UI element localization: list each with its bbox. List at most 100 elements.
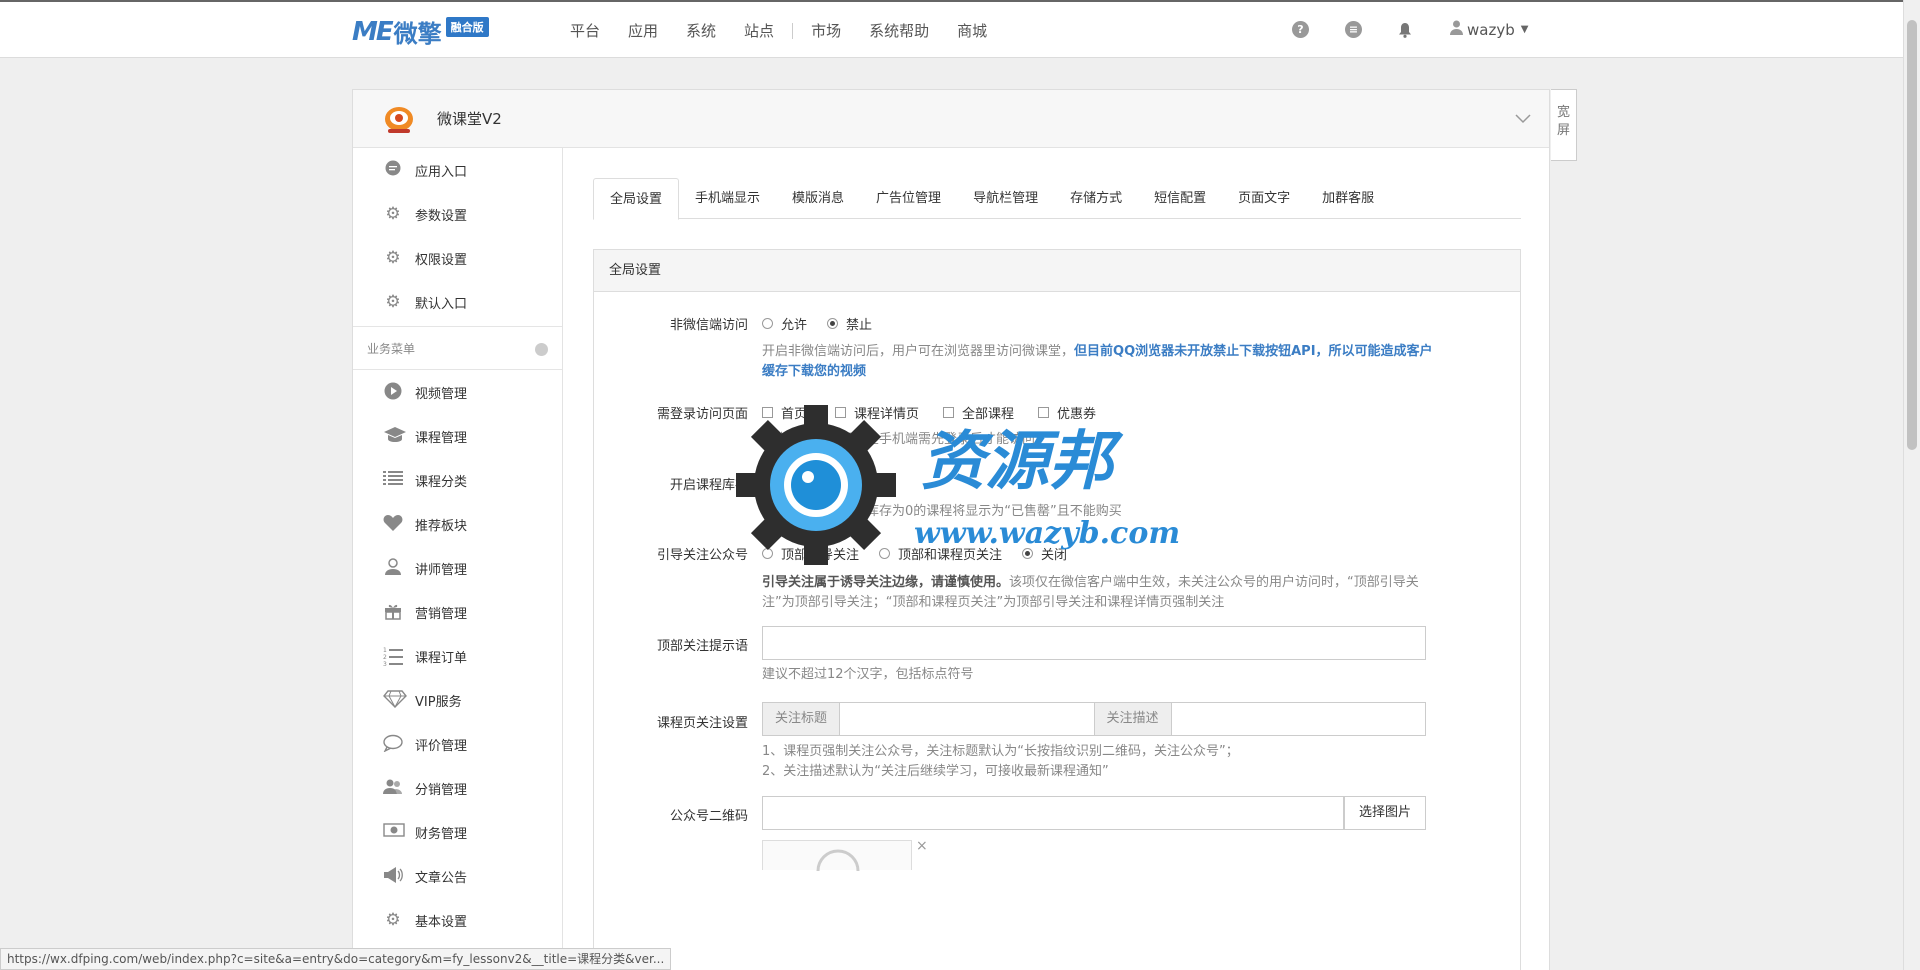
- nav-apps[interactable]: 应用: [628, 20, 658, 41]
- message-icon[interactable]: ≡: [1345, 21, 1362, 38]
- sidebar-item-orders[interactable]: 123 课程订单: [353, 634, 562, 678]
- sidebar-item-categories[interactable]: 课程分类: [353, 458, 562, 502]
- checkbox-box[interactable]: [762, 407, 773, 418]
- radio-stock-off[interactable]: 关闭: [827, 474, 872, 493]
- chevron-down-icon[interactable]: [1515, 112, 1531, 128]
- radio-circle[interactable]: [827, 318, 839, 329]
- radio-follow-off[interactable]: 关闭: [1022, 544, 1067, 563]
- sidebar-item-vip[interactable]: VIP服务: [353, 678, 562, 722]
- tab-template-messages[interactable]: 模版消息: [776, 178, 860, 219]
- remove-image-icon[interactable]: ×: [916, 838, 928, 854]
- follow-title-input[interactable]: [840, 703, 1094, 735]
- radio-circle[interactable]: [762, 318, 773, 329]
- checkbox-box[interactable]: [943, 407, 955, 418]
- sidebar-item-label: 分销管理: [415, 782, 468, 798]
- radio-follow-top[interactable]: 顶部引导关注: [762, 544, 859, 563]
- qrcode-input[interactable]: [762, 796, 1344, 830]
- nav-sites[interactable]: 站点: [744, 20, 774, 41]
- collapse-dot-icon[interactable]: [535, 343, 548, 356]
- top-tip-input[interactable]: [762, 626, 1426, 660]
- question-icon[interactable]: ?: [1292, 21, 1309, 38]
- follow-desc-input[interactable]: [1171, 703, 1425, 735]
- nav-market[interactable]: 市场: [811, 20, 841, 41]
- sidebar-group-business[interactable]: 业务菜单: [353, 326, 562, 370]
- radio-circle[interactable]: [827, 478, 839, 489]
- sidebar-item-articles[interactable]: 文章公告: [353, 854, 562, 898]
- radio-label: 顶部引导关注: [781, 548, 860, 563]
- radio-circle[interactable]: [879, 548, 891, 559]
- global-settings-box: 全局设置 非微信端访问 允许 禁止 开启非微信端访问后，用户可在浏览器里访问微课…: [593, 249, 1521, 970]
- sidebar-item-basic-settings[interactable]: ⚙ 基本设置: [353, 898, 562, 942]
- user-icon: [1450, 20, 1463, 39]
- follow-options: 顶部引导关注 顶部和课程页关注 关闭: [762, 544, 1087, 563]
- checkbox-all-courses[interactable]: 全部课程: [943, 403, 1014, 422]
- bell-icon[interactable]: [1398, 22, 1414, 38]
- checkbox-home[interactable]: 首页: [762, 403, 807, 422]
- sidebar-item-label: 课程管理: [415, 430, 468, 446]
- widescreen-toggle[interactable]: 宽屏: [1551, 89, 1577, 161]
- stock-label: 开启课程库存: [669, 478, 748, 493]
- tab-storage[interactable]: 存储方式: [1054, 178, 1138, 219]
- app-logo-icon: [383, 103, 415, 135]
- user-menu[interactable]: wazyb ▼: [1450, 20, 1528, 39]
- tab-sms[interactable]: 短信配置: [1138, 178, 1222, 219]
- sidebar-item-default-entry[interactable]: ⚙ 默认入口: [353, 280, 562, 324]
- scrollbar-thumb[interactable]: [1907, 20, 1917, 450]
- checkbox-coupons[interactable]: 优惠券: [1038, 403, 1096, 422]
- nav-system[interactable]: 系统: [686, 20, 716, 41]
- checkbox-label: 课程详情页: [854, 407, 920, 422]
- nav-right: ? ≡ wazyb ▼: [1292, 20, 1528, 39]
- tab-global[interactable]: 全局设置: [593, 178, 680, 220]
- select-image-button[interactable]: 选择图片: [1344, 796, 1426, 830]
- tab-navbar[interactable]: 导航栏管理: [957, 178, 1054, 219]
- tab-mobile-display[interactable]: 手机端显示: [679, 178, 776, 219]
- sidebar-item-label: 权限设置: [415, 252, 468, 268]
- radio-circle[interactable]: [762, 548, 773, 559]
- sidebar-item-permissions[interactable]: ⚙ 权限设置: [353, 236, 562, 280]
- sidebar-group-title: 业务菜单: [367, 341, 416, 356]
- checkbox-box[interactable]: [835, 407, 847, 418]
- main-nav: 平台 应用 系统 站点 市场 系统帮助 商城: [570, 20, 1015, 41]
- radio-circle[interactable]: [762, 478, 773, 489]
- sidebar-item-courses[interactable]: 课程管理: [353, 414, 562, 458]
- graduation-cap-icon: [383, 426, 406, 446]
- sidebar-item-reviews[interactable]: 评价管理: [353, 722, 562, 766]
- nav-platform[interactable]: 平台: [570, 20, 600, 41]
- course-follow-label: 课程页关注设置: [656, 716, 748, 731]
- sidebar-item-videos[interactable]: 视频管理: [353, 370, 562, 414]
- logo[interactable]: ME 微擎 融合版: [352, 14, 489, 49]
- main-content: 全局设置 手机端显示 模版消息 广告位管理 导航栏管理 存储方式 短信配置 页面…: [563, 148, 1549, 970]
- checkbox-box[interactable]: [1038, 407, 1050, 418]
- nav-help[interactable]: 系统帮助: [869, 20, 929, 41]
- sidebar-item-recommend[interactable]: 推荐板块: [353, 502, 562, 546]
- page-scrollbar[interactable]: [1903, 0, 1920, 970]
- sidebar-item-distribution[interactable]: 分销管理: [353, 766, 562, 810]
- radio-circle[interactable]: [1022, 548, 1034, 559]
- sidebar-item-label: 基本设置: [415, 914, 468, 930]
- sidebar-item-label: 文章公告: [415, 870, 468, 886]
- sidebar-item-label: 营销管理: [415, 606, 468, 622]
- checkbox-label: 优惠券: [1057, 407, 1097, 422]
- radio-deny[interactable]: 禁止: [827, 314, 872, 333]
- sidebar-item-marketing[interactable]: 营销管理: [353, 590, 562, 634]
- radio-allow[interactable]: 允许: [762, 314, 807, 333]
- follow-desc-addon: 关注描述: [1093, 703, 1172, 735]
- radio-follow-top-course[interactable]: 顶部和课程页关注: [879, 544, 1002, 563]
- non-wechat-help: 开启非微信端访问后，用户可在浏览器里访问微课堂，但目前QQ浏览器未开放禁止下载按…: [762, 342, 1442, 382]
- sidebar-item-entry[interactable]: 应用入口: [353, 148, 562, 192]
- tab-group-service[interactable]: 加群客服: [1306, 178, 1390, 219]
- help-warning: 引导关注属于诱导关注边缘，请谨慎使用。: [762, 575, 1010, 590]
- sidebar-item-params[interactable]: ⚙ 参数设置: [353, 192, 562, 236]
- app-header: 微课堂V2: [353, 90, 1549, 148]
- tab-ads[interactable]: 广告位管理: [860, 178, 957, 219]
- nav-store[interactable]: 商城: [957, 20, 987, 41]
- radio-stock-on[interactable]: 开启: [762, 474, 807, 493]
- logo-mark: ME: [352, 16, 394, 47]
- sidebar-item-label: 推荐板块: [415, 518, 468, 534]
- sidebar-item-finance[interactable]: 财务管理: [353, 810, 562, 854]
- course-follow-help-2: 2、关注描述默认为“关注后继续学习，可接收最新课程通知”: [762, 764, 1109, 779]
- checkbox-course-detail[interactable]: 课程详情页: [835, 403, 919, 422]
- megaphone-icon: [383, 866, 403, 886]
- sidebar-item-teachers[interactable]: 讲师管理: [353, 546, 562, 590]
- tab-page-text[interactable]: 页面文字: [1222, 178, 1306, 219]
